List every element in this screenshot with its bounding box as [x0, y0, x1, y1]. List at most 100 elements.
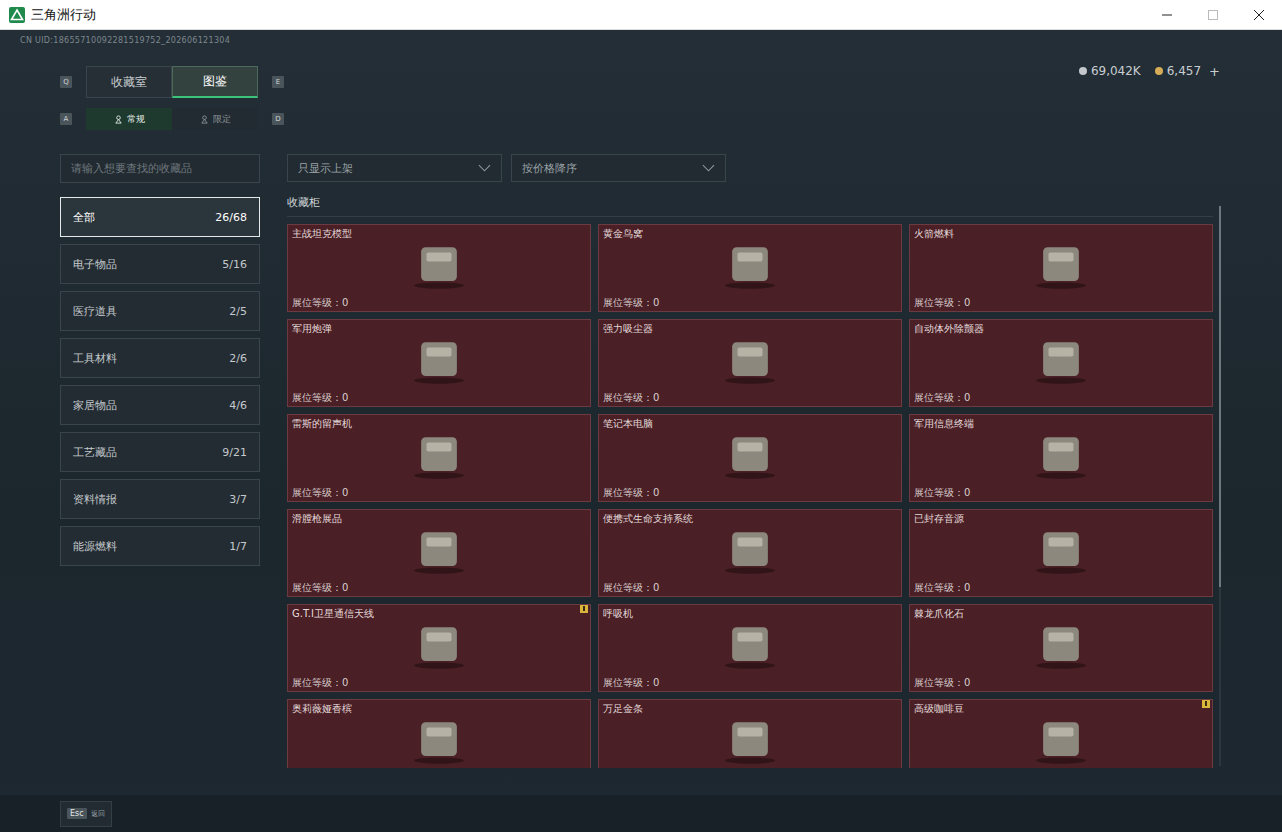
booth-level: 展位等级：0 — [914, 486, 1208, 499]
scrollbar[interactable] — [1219, 206, 1221, 766]
game-screen: CN UID:18655710092281519752_202606121304… — [0, 30, 1282, 832]
booth-level: 展位等级：0 — [603, 391, 897, 404]
category-item[interactable]: 电子物品 5/16 — [60, 244, 260, 284]
scrollbar-thumb[interactable] — [1219, 206, 1221, 587]
item-picture-icon — [1025, 715, 1097, 765]
chevron-down-icon — [478, 164, 491, 172]
category-count: 3/7 — [229, 493, 247, 506]
collection-card[interactable]: 雷斯的留声机 展位等级：0 — [287, 414, 591, 502]
window-title: 三角洲行动 — [31, 6, 96, 24]
item-picture-icon — [1025, 430, 1097, 480]
title-bar: 三角洲行动 — [0, 0, 1282, 30]
booth-level: 展位等级：0 — [914, 296, 1208, 309]
booth-level: 展位等级：0 — [292, 391, 586, 404]
gold-coin-icon — [1155, 67, 1163, 75]
booth-level: 展位等级：0 — [292, 296, 586, 309]
window-controls — [1144, 0, 1282, 29]
item-picture-icon — [403, 240, 475, 290]
collection-card[interactable]: 棘龙爪化石 展位等级：0 — [909, 604, 1213, 692]
category-count: 26/68 — [215, 211, 247, 224]
collection-card[interactable]: 黄金鸟窝 展位等级：0 — [598, 224, 902, 312]
add-currency-button[interactable]: + — [1209, 64, 1220, 79]
item-picture-icon — [714, 430, 786, 480]
main-tab[interactable]: 图鉴 — [172, 66, 258, 98]
category-item[interactable]: 能源燃料 1/7 — [60, 526, 260, 566]
category-item[interactable]: 家居物品 4/6 — [60, 385, 260, 425]
collection-card[interactable]: 军用信息终端 展位等级：0 — [909, 414, 1213, 502]
category-count: 9/21 — [222, 446, 247, 459]
category-item[interactable]: 工艺藏品 9/21 — [60, 432, 260, 472]
booth-level: 展位等级：0 — [603, 581, 897, 594]
booth-level: 展位等级：0 — [292, 486, 586, 499]
category-label: 工艺藏品 — [73, 445, 117, 460]
close-icon — [1254, 10, 1264, 20]
filter-dropdown[interactable]: 按价格降序 — [511, 154, 726, 182]
item-picture-icon — [1025, 335, 1097, 385]
collection-card[interactable]: G.T.I卫星通信天线 展位等级：0 — [287, 604, 591, 692]
collection-card[interactable]: 呼吸机 展位等级：0 — [598, 604, 902, 692]
item-picture-icon — [714, 620, 786, 670]
filter-dropdown[interactable]: 只显示上架 — [287, 154, 502, 182]
booth-level: 展位等级：0 — [292, 676, 586, 689]
category-item[interactable]: 医疗道具 2/5 — [60, 291, 260, 331]
item-name: 军用炮弹 — [292, 322, 586, 335]
item-name: 便携式生命支持系统 — [603, 512, 897, 525]
collection-card[interactable]: 火箭燃料 展位等级：0 — [909, 224, 1213, 312]
maximize-icon — [1208, 10, 1218, 20]
search-field[interactable]: 请输入想要查找的收藏品 — [60, 154, 260, 183]
main-tabs: Q 收藏室图鉴 E — [60, 66, 284, 98]
item-name: 奥莉薇娅香槟 — [292, 702, 586, 715]
silver-coin-icon — [1079, 67, 1087, 75]
category-item[interactable]: 工具材料 2/6 — [60, 338, 260, 378]
category-label: 能源燃料 — [73, 539, 117, 554]
alert-badge — [580, 605, 588, 613]
item-name: 主战坦克模型 — [292, 227, 586, 240]
alert-badge — [1202, 700, 1210, 708]
category-item[interactable]: 全部 26/68 — [60, 197, 260, 237]
category-label: 资料情报 — [73, 492, 117, 507]
back-button[interactable]: Esc 返回 — [60, 801, 112, 827]
collection-card[interactable]: 已封存音源 展位等级：0 — [909, 509, 1213, 597]
key-hint: A — [60, 113, 72, 125]
collection-card[interactable]: 强力吸尘器 展位等级：0 — [598, 319, 902, 407]
collection-card[interactable]: 主战坦克模型 展位等级：0 — [287, 224, 591, 312]
key-hint: Q — [60, 76, 72, 88]
category-label: 工具材料 — [73, 351, 117, 366]
key-hint: E — [272, 76, 284, 88]
item-picture-icon — [1025, 620, 1097, 670]
item-name: G.T.I卫星通信天线 — [292, 607, 586, 620]
item-picture-icon — [714, 525, 786, 575]
key-hint: Esc — [67, 808, 87, 819]
collection-card[interactable]: 万足金条 — [598, 699, 902, 768]
collection-card[interactable]: 便携式生命支持系统 展位等级：0 — [598, 509, 902, 597]
category-label: 家居物品 — [73, 398, 117, 413]
item-name: 棘龙爪化石 — [914, 607, 1208, 620]
item-name: 滑膛枪展品 — [292, 512, 586, 525]
collection-card[interactable]: 高级咖啡豆 — [909, 699, 1213, 768]
close-button[interactable] — [1236, 0, 1282, 29]
item-name: 黄金鸟窝 — [603, 227, 897, 240]
game-window: 三角洲行动 CN UID:18655710092281519752_202606… — [0, 0, 1282, 832]
item-picture-icon — [403, 525, 475, 575]
collection-card[interactable]: 奥莉薇娅香槟 — [287, 699, 591, 768]
item-picture-icon — [403, 620, 475, 670]
booth-level: 展位等级：0 — [292, 581, 586, 594]
collection-card[interactable]: 自动体外除颤器 展位等级：0 — [909, 319, 1213, 407]
collection-card[interactable]: 军用炮弹 展位等级：0 — [287, 319, 591, 407]
category-list: 全部 26/68 电子物品 5/16 医疗道具 2/5 工具材料 2/6 家居物品 4/… — [60, 197, 260, 566]
minimize-button[interactable] — [1144, 0, 1190, 29]
item-picture-icon — [714, 715, 786, 765]
maximize-button[interactable] — [1190, 0, 1236, 29]
item-name: 已封存音源 — [914, 512, 1208, 525]
item-picture-icon — [714, 240, 786, 290]
main-tab[interactable]: 收藏室 — [86, 66, 172, 98]
currency-bar: 69,042K 6,457 + — [1079, 62, 1220, 80]
category-item[interactable]: 资料情报 3/7 — [60, 479, 260, 519]
category-count: 1/7 — [229, 540, 247, 553]
collection-card[interactable]: 滑膛枪展品 展位等级：0 — [287, 509, 591, 597]
collection-card[interactable]: 笔记本电脑 展位等级：0 — [598, 414, 902, 502]
category-count: 5/16 — [222, 258, 247, 271]
sub-tab[interactable]: 常规 — [86, 108, 172, 130]
sub-tab[interactable]: 限定 — [172, 108, 258, 130]
booth-level: 展位等级：0 — [603, 296, 897, 309]
